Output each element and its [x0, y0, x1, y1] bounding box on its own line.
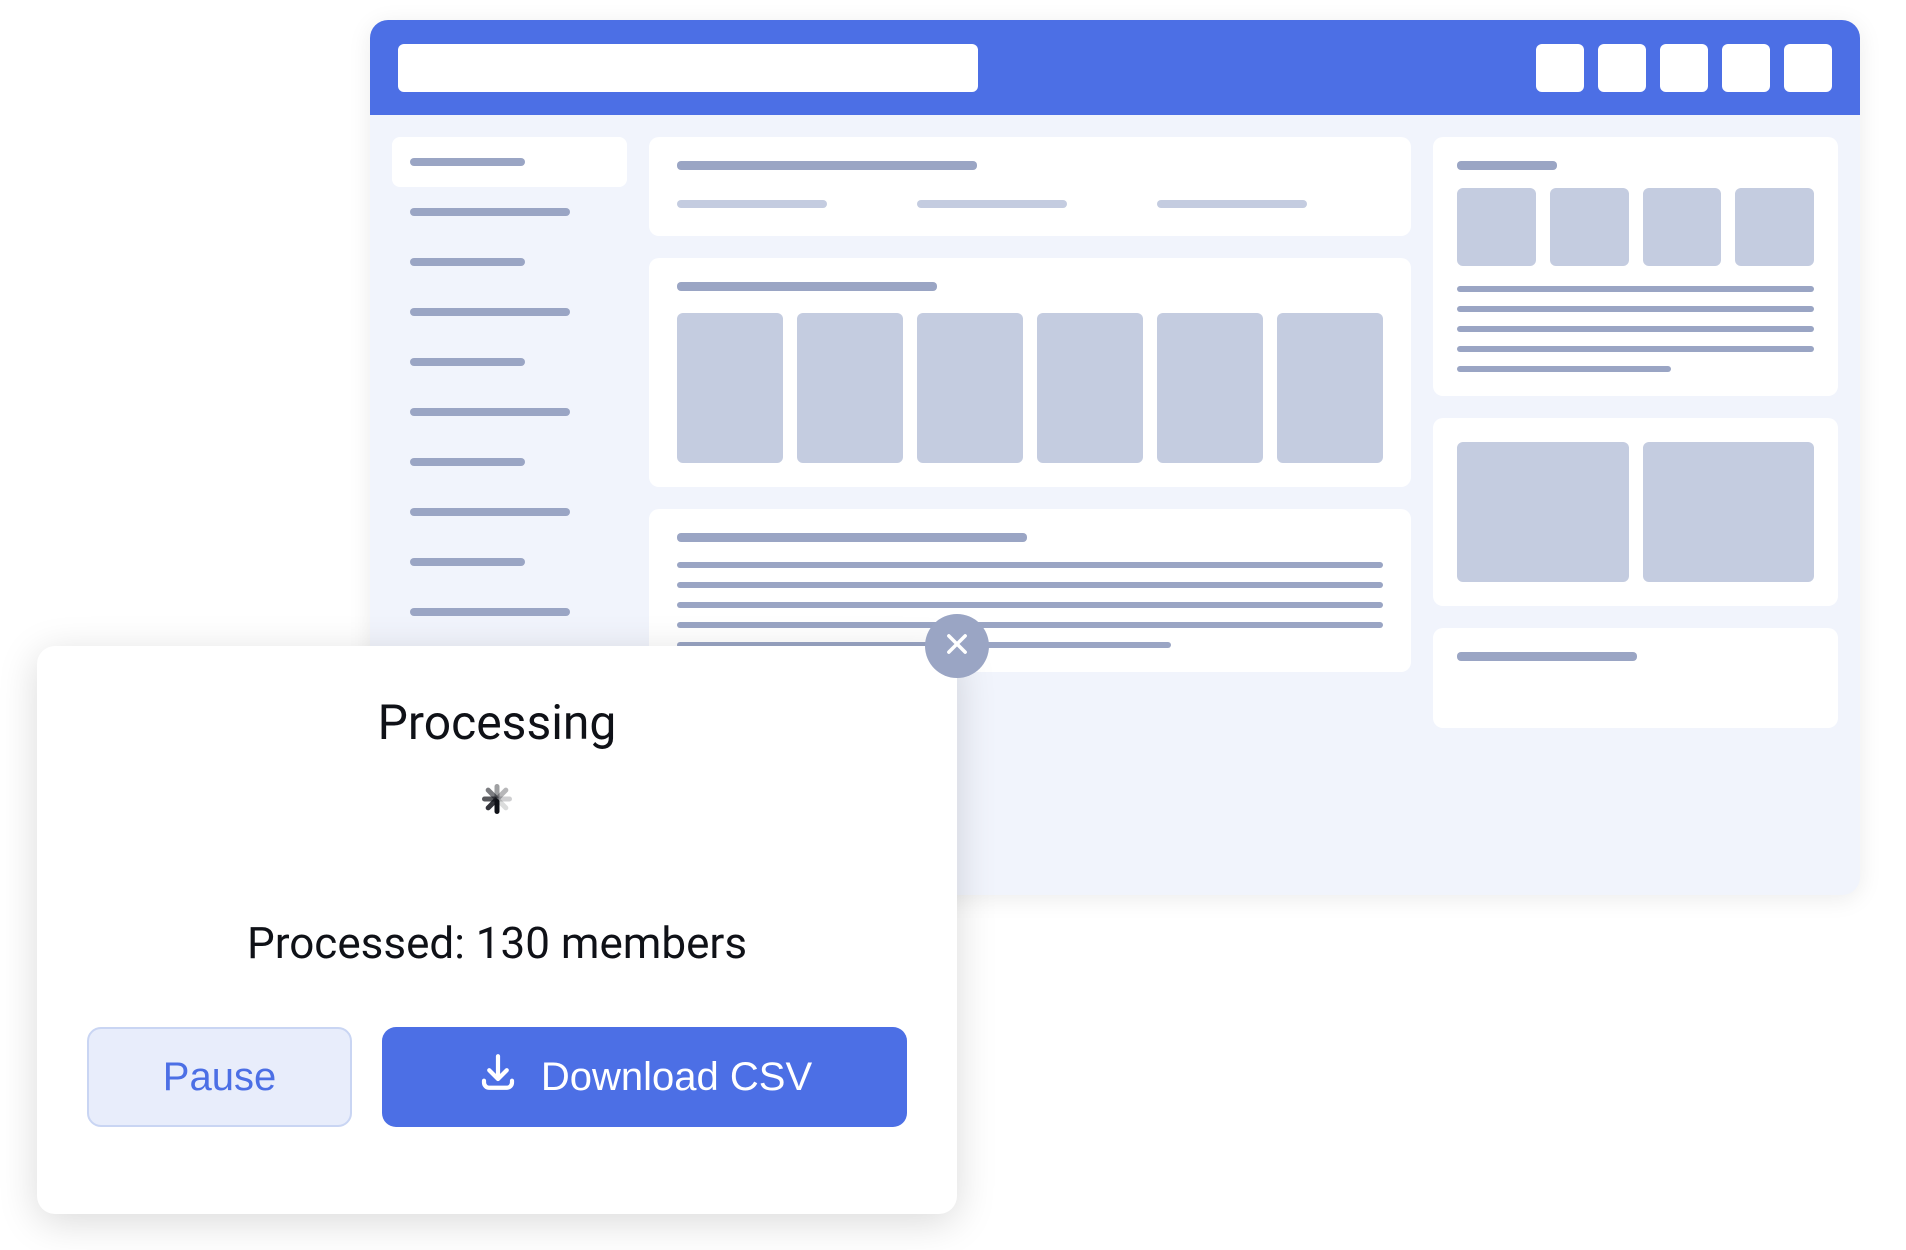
gallery-tile[interactable] — [1037, 313, 1143, 463]
sidebar-item[interactable] — [392, 187, 627, 237]
header-button[interactable] — [1598, 44, 1646, 92]
close-icon — [943, 630, 971, 662]
close-button[interactable] — [925, 614, 989, 678]
pause-button-label: Pause — [163, 1055, 276, 1100]
sidebar-item[interactable] — [392, 437, 627, 487]
content-card-gallery — [649, 258, 1411, 487]
sidebar-item[interactable] — [392, 287, 627, 337]
header-buttons — [1536, 44, 1832, 92]
sidebar-item[interactable] — [392, 537, 627, 587]
address-bar[interactable] — [398, 44, 978, 92]
processing-modal: Processing Processed: 130 members Pause … — [37, 646, 957, 1214]
rail-tile[interactable] — [1643, 442, 1815, 582]
rail-tile[interactable] — [1550, 188, 1629, 266]
sidebar-item[interactable] — [392, 487, 627, 537]
rail-tile[interactable] — [1735, 188, 1814, 266]
rail-tile[interactable] — [1457, 442, 1629, 582]
gallery-tile[interactable] — [1157, 313, 1263, 463]
header-button[interactable] — [1536, 44, 1584, 92]
pause-button[interactable]: Pause — [87, 1027, 352, 1127]
header-button[interactable] — [1660, 44, 1708, 92]
download-icon — [477, 1051, 519, 1103]
header-button[interactable] — [1784, 44, 1832, 92]
sidebar-item[interactable] — [392, 387, 627, 437]
gallery-tile[interactable] — [917, 313, 1023, 463]
modal-status: Processed: 130 members — [247, 917, 747, 969]
header-button[interactable] — [1722, 44, 1770, 92]
rail-card-middle — [1433, 418, 1838, 606]
download-button-label: Download CSV — [541, 1055, 812, 1100]
browser-header — [370, 20, 1860, 115]
spinner-icon — [469, 799, 525, 855]
rail-card-bottom — [1433, 628, 1838, 728]
sidebar-item[interactable] — [392, 587, 627, 637]
gallery-tile[interactable] — [1277, 313, 1383, 463]
modal-title: Processing — [378, 694, 617, 751]
right-rail — [1433, 137, 1838, 873]
gallery-tile[interactable] — [677, 313, 783, 463]
gallery-tile[interactable] — [797, 313, 903, 463]
download-csv-button[interactable]: Download CSV — [382, 1027, 907, 1127]
sidebar-item[interactable] — [392, 137, 627, 187]
content-card-header — [649, 137, 1411, 236]
rail-tile[interactable] — [1643, 188, 1722, 266]
rail-tile[interactable] — [1457, 188, 1536, 266]
rail-card-top — [1433, 137, 1838, 396]
modal-actions: Pause Download CSV — [87, 1027, 907, 1127]
sidebar-item[interactable] — [392, 337, 627, 387]
sidebar-item[interactable] — [392, 237, 627, 287]
